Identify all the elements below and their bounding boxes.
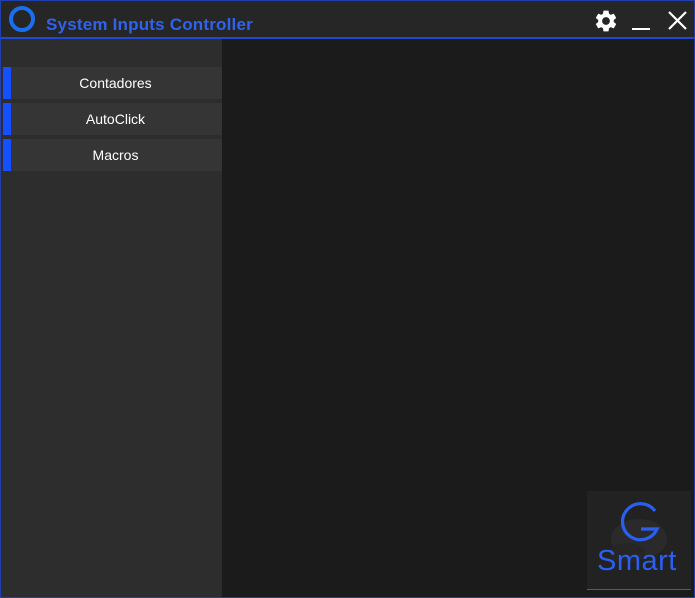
sidebar-item-label: AutoClick (85, 111, 146, 127)
sidebar-item-macros[interactable]: Macros (3, 139, 222, 171)
close-button[interactable] (663, 7, 691, 35)
sidebar-item-label: Contadores (79, 75, 152, 91)
gear-icon (595, 10, 617, 32)
minimize-icon (632, 28, 650, 30)
active-indicator (3, 103, 11, 135)
app-window: System Inputs Controller Contadores Auto… (0, 0, 695, 598)
settings-button[interactable] (592, 7, 620, 35)
minimize-button[interactable] (627, 7, 655, 35)
active-indicator (3, 67, 11, 99)
app-title: System Inputs Controller (46, 15, 253, 34)
logo-text: Smart (597, 545, 677, 577)
sidebar-item-autoclick[interactable]: AutoClick (3, 103, 222, 135)
sidebar-item-contadores[interactable]: Contadores (3, 67, 222, 99)
gsmart-logo: Smart (587, 491, 691, 590)
close-icon (668, 11, 687, 30)
sidebar: Contadores AutoClick Macros (1, 39, 222, 597)
sidebar-item-label: Macros (92, 147, 139, 163)
active-indicator (3, 139, 11, 171)
title-bar[interactable]: System Inputs Controller (1, 1, 694, 39)
app-ring-icon (9, 6, 35, 32)
